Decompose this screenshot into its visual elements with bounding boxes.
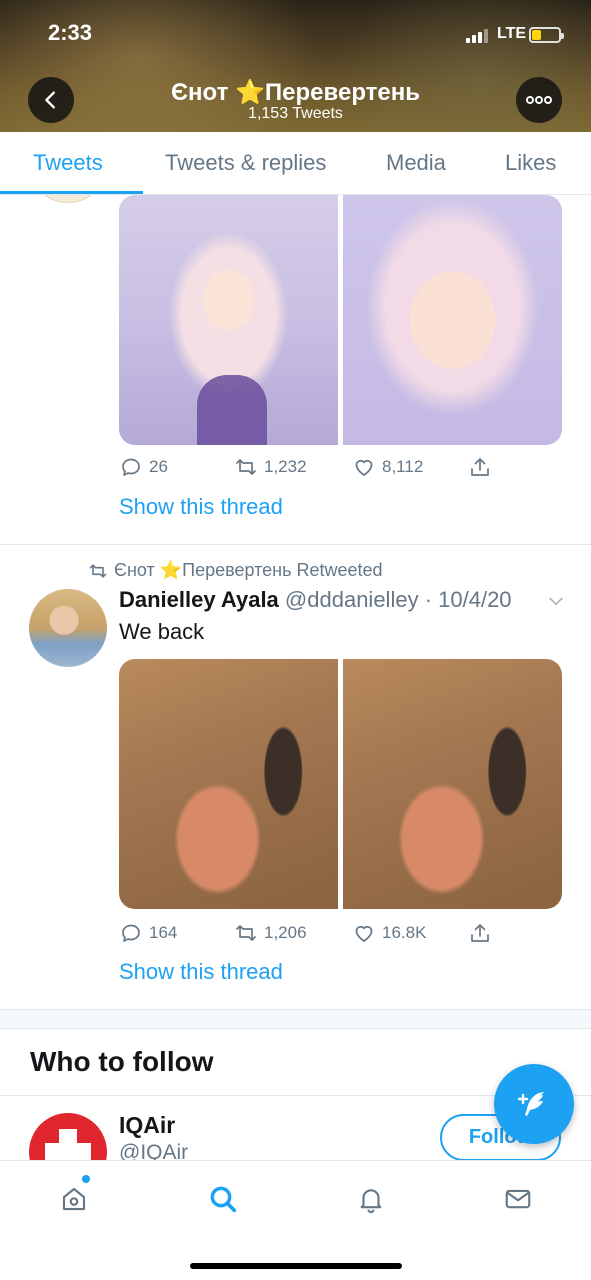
tweet-count: 1,153 Tweets <box>248 105 343 122</box>
tweet-media[interactable] <box>119 659 562 909</box>
more-icon <box>526 96 552 104</box>
avatar[interactable] <box>29 1113 107 1160</box>
profile-tabs: Tweets Tweets & replies Media Likes <box>0 132 591 195</box>
media-image[interactable] <box>119 659 338 909</box>
home-indicator <box>190 1263 402 1269</box>
retweet-count: 1,206 <box>264 923 307 942</box>
bell-icon <box>360 1189 382 1214</box>
heart-icon <box>355 459 373 476</box>
compose-feather-icon <box>517 1092 544 1116</box>
nav-notifications[interactable] <box>351 1179 391 1219</box>
reply-icon <box>122 924 140 942</box>
notification-dot <box>82 1175 90 1183</box>
nav-search[interactable] <box>203 1179 243 1219</box>
bottom-navigation <box>0 1160 591 1280</box>
status-time: 2:33 <box>48 20 93 45</box>
timeline[interactable]: 26 1,232 8,112 Show this thread Єнот ⭐Пе… <box>0 195 591 1160</box>
tweet-date: · 10/4/20 <box>424 587 512 612</box>
tweet-actions: 26 1,232 8,112 <box>119 455 539 481</box>
search-icon <box>210 1186 237 1213</box>
tweet-media[interactable] <box>119 195 562 445</box>
profile-name: Єнот ⭐Перевертень <box>170 79 421 106</box>
nav-home[interactable] <box>54 1179 94 1219</box>
avatar[interactable] <box>38 195 98 203</box>
more-button[interactable] <box>516 77 562 123</box>
author-name[interactable]: Danielley Ayala <box>119 587 279 612</box>
like-button[interactable]: 16.8K <box>352 921 426 945</box>
suggested-account-name[interactable]: IQAir <box>119 1112 175 1139</box>
retweet-button[interactable]: 1,232 <box>234 455 307 479</box>
network-type: LTE <box>497 25 527 42</box>
retweet-icon <box>89 563 107 578</box>
retweeted-by-label: Єнот ⭐Перевертень Retweeted <box>114 560 383 580</box>
share-button[interactable] <box>468 921 492 945</box>
signal-icon <box>466 27 492 43</box>
tab-media[interactable]: Media <box>386 150 446 176</box>
share-icon <box>471 458 489 476</box>
avatar[interactable] <box>29 589 107 667</box>
reply-count: 26 <box>149 457 168 476</box>
tweet-header: Danielley Ayala @dddanielley · 10/4/20 <box>119 587 512 613</box>
heart-icon <box>355 925 373 942</box>
media-image[interactable] <box>343 659 562 909</box>
show-thread-link[interactable]: Show this thread <box>119 959 283 985</box>
retweet-icon <box>236 925 256 941</box>
mail-icon <box>505 1189 531 1209</box>
show-thread-link[interactable]: Show this thread <box>119 494 283 520</box>
media-image[interactable] <box>119 195 338 445</box>
like-count: 16.8K <box>382 923 427 942</box>
nav-messages[interactable] <box>498 1179 538 1219</box>
tweet-text: We back <box>119 619 205 644</box>
retweet-context[interactable]: Єнот ⭐Перевертень Retweeted <box>88 560 383 581</box>
chevron-down-icon <box>549 597 563 606</box>
section-separator <box>0 1009 591 1029</box>
reply-icon <box>122 458 140 476</box>
like-count: 8,112 <box>382 457 424 476</box>
share-button[interactable] <box>468 455 492 479</box>
like-button[interactable]: 8,112 <box>352 455 423 479</box>
author-handle[interactable]: @dddanielley <box>285 587 419 612</box>
retweet-icon <box>236 459 256 475</box>
tweet-actions: 164 1,206 16.8K <box>119 921 539 947</box>
retweet-count: 1,232 <box>264 457 307 476</box>
profile-header: 2:33 LTE Єнот ⭐Перевертень 1,153 Tweets <box>0 0 591 132</box>
media-image[interactable] <box>343 195 562 445</box>
compose-tweet-button[interactable] <box>494 1064 574 1144</box>
tweet-menu-button[interactable] <box>546 591 566 616</box>
retweet-button[interactable]: 1,206 <box>234 921 307 945</box>
suggested-account-handle[interactable]: @IQAir <box>119 1141 188 1160</box>
reply-button[interactable]: 164 <box>119 921 177 945</box>
reply-count: 164 <box>149 923 178 942</box>
share-icon <box>471 924 489 942</box>
tab-tweets-replies[interactable]: Tweets & replies <box>165 150 326 176</box>
active-tab-indicator <box>0 191 143 194</box>
reply-button[interactable]: 26 <box>119 455 168 479</box>
tweet-divider <box>0 544 591 545</box>
battery-icon <box>529 27 564 43</box>
tab-likes[interactable]: Likes <box>505 150 556 176</box>
tab-tweets[interactable]: Tweets <box>33 150 103 176</box>
home-icon <box>62 1187 86 1211</box>
who-to-follow-title: Who to follow <box>30 1046 214 1077</box>
